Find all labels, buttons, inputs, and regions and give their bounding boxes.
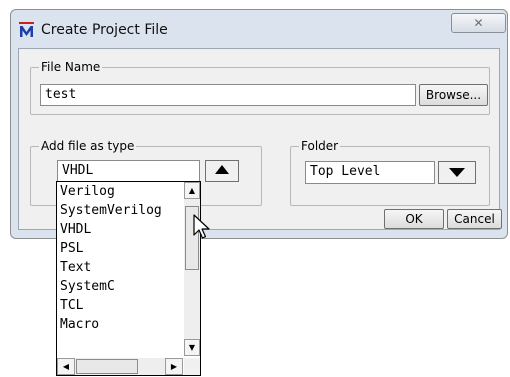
- file-type-dropdown-list[interactable]: Verilog SystemVerilog VHDL PSL Text Syst…: [56, 181, 201, 376]
- list-item[interactable]: TCL: [57, 296, 183, 315]
- scroll-left-button[interactable]: ◀: [57, 358, 75, 375]
- file-name-label: File Name: [41, 60, 101, 74]
- title-bar[interactable]: Create Project File ✕: [11, 10, 507, 44]
- close-icon: ✕: [473, 16, 484, 30]
- triangle-down-icon: [449, 168, 465, 177]
- arrow-right-icon: ▶: [170, 362, 178, 371]
- list-item[interactable]: Text: [57, 258, 183, 277]
- cancel-button[interactable]: Cancel: [447, 209, 502, 229]
- arrow-down-icon: ▼: [188, 343, 196, 352]
- file-name-input[interactable]: test: [40, 84, 416, 106]
- arrow-left-icon: ◀: [62, 362, 70, 371]
- folder-dropdown-button[interactable]: [438, 161, 476, 184]
- scroll-right-button[interactable]: ▶: [165, 358, 183, 375]
- file-type-options: Verilog SystemVerilog VHDL PSL Text Syst…: [57, 182, 183, 334]
- horizontal-scrollbar[interactable]: ◀ ▶: [57, 358, 183, 375]
- folder-combobox[interactable]: Top Level: [305, 161, 435, 184]
- ok-button[interactable]: OK: [384, 209, 444, 229]
- triangle-up-icon: [215, 165, 229, 174]
- arrow-up-icon: ▲: [188, 186, 196, 195]
- scroll-down-button[interactable]: ▼: [184, 339, 200, 356]
- horizontal-scroll-thumb[interactable]: [76, 359, 138, 374]
- scroll-up-button[interactable]: ▲: [184, 182, 200, 199]
- modelsim-m-icon: [19, 22, 34, 37]
- list-item[interactable]: SystemVerilog: [57, 201, 183, 220]
- add-file-type-label: Add file as type: [41, 139, 135, 153]
- list-item[interactable]: Macro: [57, 315, 183, 334]
- window-title: Create Project File: [41, 22, 168, 38]
- file-type-combobox[interactable]: VHDL: [57, 160, 200, 182]
- list-item[interactable]: VHDL: [57, 220, 183, 239]
- file-type-toggle-button[interactable]: [205, 160, 239, 182]
- list-item[interactable]: SystemC: [57, 277, 183, 296]
- scrollbar-corner: [184, 358, 200, 375]
- browse-button[interactable]: Browse...: [419, 84, 488, 106]
- vertical-scrollbar[interactable]: ▲ ▼: [184, 182, 200, 356]
- folder-label: Folder: [301, 139, 339, 153]
- list-item[interactable]: Verilog: [57, 182, 183, 201]
- list-item[interactable]: PSL: [57, 239, 183, 258]
- close-button[interactable]: ✕: [451, 13, 506, 33]
- mouse-pointer-icon: [193, 214, 210, 239]
